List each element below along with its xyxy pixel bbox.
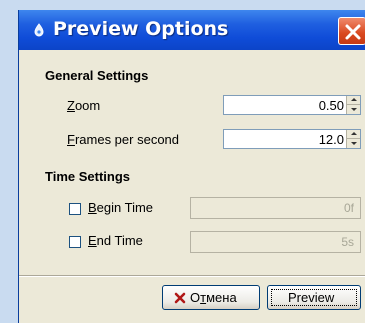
close-icon	[345, 24, 361, 40]
arrow-up-icon	[351, 132, 357, 135]
close-button[interactable]	[338, 17, 365, 45]
arrow-down-icon	[351, 142, 357, 145]
end-time-label[interactable]: End Time	[88, 233, 143, 248]
preview-options-dialog: Preview Options General Settings Zoom 0.…	[18, 10, 365, 323]
fps-value[interactable]: 12.0	[319, 132, 344, 147]
cancel-button[interactable]: Отмена	[162, 285, 260, 310]
button-separator	[19, 275, 365, 277]
zoom-increment-button[interactable]	[347, 96, 360, 105]
zoom-label: Zoom	[67, 98, 101, 113]
fps-label: Frames per second	[67, 132, 180, 147]
arrow-down-icon	[351, 108, 357, 111]
window-title: Preview Options	[53, 18, 229, 40]
zoom-value[interactable]: 0.50	[319, 98, 344, 113]
cancel-button-label: Отмена	[190, 290, 237, 305]
zoom-decrement-button[interactable]	[347, 105, 360, 114]
app-drop-icon	[34, 23, 44, 37]
begin-time-label[interactable]: Begin Time	[88, 200, 153, 215]
fps-spinbox[interactable]: 12.0	[223, 129, 361, 149]
title-bar[interactable]: Preview Options	[19, 10, 365, 50]
zoom-spinbox[interactable]: 0.50	[223, 95, 361, 115]
arrow-up-icon	[351, 98, 357, 101]
time-settings-heading: Time Settings	[45, 169, 131, 184]
general-settings-heading: General Settings	[45, 68, 149, 83]
begin-time-value: 0f	[343, 201, 354, 215]
zoom-spinner-arrows	[346, 96, 360, 114]
end-time-field: 5s	[190, 231, 361, 253]
cancel-x-icon	[174, 292, 186, 304]
end-time-value: 5s	[341, 235, 354, 249]
preview-button[interactable]: Preview	[267, 285, 361, 310]
fps-spinner-arrows	[346, 130, 360, 148]
fps-increment-button[interactable]	[347, 130, 360, 139]
end-time-checkbox[interactable]	[69, 236, 81, 248]
begin-time-checkbox[interactable]	[69, 203, 81, 215]
begin-time-field: 0f	[190, 197, 361, 219]
fps-decrement-button[interactable]	[347, 139, 360, 148]
preview-button-label: Preview	[288, 290, 335, 305]
